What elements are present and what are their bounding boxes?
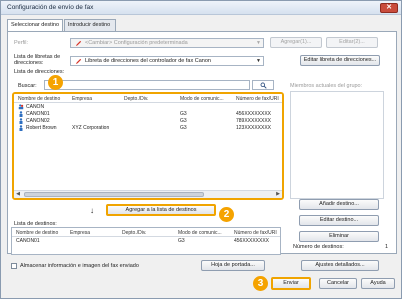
table-row[interactable]: CANON01 G3 456XXXXXXXX <box>12 238 280 245</box>
delete-destination-button[interactable]: Eliminar <box>299 231 379 242</box>
person-icon <box>19 118 23 124</box>
address-list-header: Nombre de destino Empresa Depto./Div. Mo… <box>14 94 282 103</box>
row-name: CANON01 <box>16 238 40 244</box>
column-header-dept[interactable]: Depto./Div. <box>122 230 146 236</box>
search-input[interactable] <box>44 80 250 90</box>
person-icon <box>19 125 23 131</box>
address-book-select[interactable]: Libreta de direcciones del controlador d… <box>70 56 264 66</box>
fax-settings-window: Configuración de envío de fax ✕ Seleccio… <box>0 0 402 299</box>
column-header-mode[interactable]: Modo de comunic... <box>178 230 222 236</box>
destination-count-value: 1 <box>385 244 389 250</box>
pen-icon <box>75 40 82 47</box>
row-mode: G3 <box>180 118 187 124</box>
row-fax: 456XXXXXXXX <box>236 111 272 117</box>
chevron-down-icon: ▼ <box>256 58 261 64</box>
group-icon <box>18 104 24 110</box>
row-name: CANON02 <box>26 118 50 124</box>
chevron-down-icon: ▼ <box>256 40 261 46</box>
column-header-company[interactable]: Empresa <box>70 230 90 236</box>
destination-list[interactable]: Nombre de destino Empresa Depto./Div. Mo… <box>11 227 281 255</box>
row-name: CANON01 <box>26 111 50 117</box>
row-fax: 456XXXXXXXX <box>234 238 270 244</box>
row-mode: G3 <box>180 111 187 117</box>
column-header-company[interactable]: Empresa <box>72 96 92 102</box>
send-button[interactable]: Enviar <box>271 277 311 290</box>
cover-page-button[interactable]: Hoja de portada... <box>201 260 265 271</box>
step-3-badge: 3 <box>253 276 268 291</box>
column-header-name[interactable]: Nombre de destino <box>18 96 60 102</box>
profile-select[interactable]: <Cambiar> Configuración predeterminada ▼ <box>70 38 264 48</box>
address-list[interactable]: Nombre de destino Empresa Depto./Div. Mo… <box>12 92 284 200</box>
search-icon <box>260 82 267 89</box>
table-row[interactable]: Robert Brown XYZ Corporation G3 123XXXXX… <box>14 125 282 132</box>
tab-enter-destination[interactable]: Introducir destino <box>64 19 116 31</box>
destination-list-header: Nombre de destino Empresa Depto./Div. Mo… <box>12 228 280 237</box>
detailed-settings-button[interactable]: Ajustes detallados... <box>301 260 379 271</box>
address-book-select-value: Libreta de direcciones del controlador d… <box>85 58 211 64</box>
table-row[interactable]: CANON02 G3 789XXXXXXXX <box>14 118 282 125</box>
scroll-left-icon[interactable]: ◀ <box>14 191 22 198</box>
row-mode: G3 <box>180 125 187 131</box>
column-header-mode[interactable]: Modo de comunic... <box>180 96 224 102</box>
scrollbar-thumb[interactable] <box>24 192 204 197</box>
table-row[interactable]: CANON <box>14 104 282 111</box>
row-fax: 123XXXXXXXX <box>236 125 272 131</box>
edit-destination-button[interactable]: Editar destino... <box>299 215 379 226</box>
close-button[interactable]: ✕ <box>380 3 398 13</box>
add-profile-button[interactable]: Agregar(1)... <box>270 37 322 48</box>
address-book-label: Lista de libretas de direcciones: <box>14 54 61 66</box>
group-members-label: Miembros actuales del grupo: <box>290 83 363 89</box>
column-header-fax[interactable]: Número de fax/URI <box>236 96 279 102</box>
step-1-badge: 1 <box>48 75 63 90</box>
group-members-list[interactable] <box>290 91 384 199</box>
edit-profile-button[interactable]: Editar(2)... <box>326 37 378 48</box>
row-name: CANON <box>26 104 45 110</box>
column-header-dept[interactable]: Depto./Div. <box>124 96 148 102</box>
title-bar: Configuración de envío de fax ✕ <box>1 1 401 15</box>
person-icon <box>19 111 23 117</box>
profile-select-value: <Cambiar> Configuración predeterminada <box>85 40 188 46</box>
pen-icon <box>75 58 82 65</box>
horizontal-scrollbar[interactable]: ◀ ▶ <box>14 190 282 198</box>
destination-count-label: Número de destinos: <box>293 244 344 250</box>
add-destination-button[interactable]: Añadir destino... <box>299 199 379 210</box>
row-company: XYZ Corporation <box>72 125 110 131</box>
add-to-destinations-button[interactable]: Agregar a la lista de destinos <box>106 204 216 216</box>
search-label: Buscar: <box>18 83 37 89</box>
arrow-down-icon: ↓ <box>90 206 94 215</box>
store-fax-label: Almacenar información e imagen del fax e… <box>20 263 139 269</box>
row-mode: G3 <box>178 238 185 244</box>
edit-address-book-button[interactable]: Editar libreta de direcciones... <box>300 55 380 66</box>
column-header-name[interactable]: Nombre de destino <box>16 230 58 236</box>
search-button[interactable] <box>252 80 274 90</box>
column-header-fax[interactable]: Número de fax/URI <box>234 230 277 236</box>
table-row[interactable]: CANON01 G3 456XXXXXXXX <box>14 111 282 118</box>
window-title: Configuración de envío de fax <box>7 4 94 11</box>
row-name: Robert Brown <box>26 125 57 131</box>
step-2-badge: 2 <box>219 207 234 222</box>
cancel-button[interactable]: Cancelar <box>319 278 357 289</box>
help-button[interactable]: Ayuda <box>361 278 395 289</box>
row-fax: 789XXXXXXXX <box>236 118 272 124</box>
profile-label: Perfil: <box>14 40 29 46</box>
scroll-right-icon[interactable]: ▶ <box>274 191 282 198</box>
store-fax-checkbox[interactable] <box>11 263 17 269</box>
